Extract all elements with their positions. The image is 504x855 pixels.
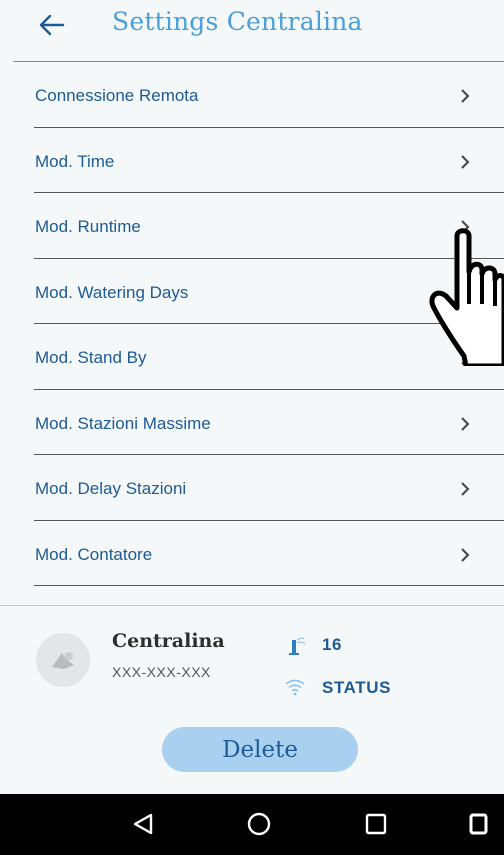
wifi-icon <box>285 679 305 696</box>
chevron-right-icon <box>461 547 470 562</box>
arrow-left-icon <box>39 14 65 36</box>
device-id: XXX-XXX-XXX <box>112 664 211 680</box>
sprinkler-icon <box>289 637 306 655</box>
device-panel: Centralina XXX-XXX-XXX 16 STATUS Delete <box>0 606 504 794</box>
chevron-right-icon <box>461 220 470 234</box>
device-name: Centralina <box>112 630 225 652</box>
menu-item-label: Mod. Delay Stazioni <box>35 479 187 498</box>
delete-button[interactable]: Delete <box>162 727 358 772</box>
menu-item-label: Mod. Contatore <box>35 544 153 564</box>
menu-item-label: Mod. Watering Days <box>35 282 189 302</box>
menu-item-label: Mod. Stand By <box>35 348 147 367</box>
menu-item-label: Connessione Remota <box>35 86 199 105</box>
divider <box>34 585 504 586</box>
menu-item-mod-time[interactable]: Mod. Time <box>0 128 504 193</box>
app-header: Settings Centralina <box>0 0 504 62</box>
menu-item-mod-stazioni-massime[interactable]: Mod. Stazioni Massime <box>0 390 504 455</box>
circle-home-icon[interactable] <box>246 812 272 836</box>
menu-item-label: Mod. Runtime <box>35 217 141 236</box>
menu-item-mod-delay-stazioni[interactable]: Mod. Delay Stazioni <box>0 455 504 521</box>
chevron-right-icon <box>461 285 470 300</box>
chevron-right-icon <box>461 416 470 431</box>
chevron-right-icon <box>461 482 470 496</box>
status-label: STATUS <box>322 678 392 697</box>
device-placeholder-icon <box>52 652 74 669</box>
chevron-right-icon <box>461 351 470 365</box>
page-title: Settings Centralina <box>112 7 363 36</box>
system-nav-bar <box>0 794 504 855</box>
menu-item-mod-contatore[interactable]: Mod. Contatore <box>0 521 504 586</box>
device-avatar <box>36 633 90 687</box>
chevron-right-icon <box>461 154 470 169</box>
menu-item-label: Mod. Stazioni Massime <box>35 413 211 433</box>
menu-item-connessione-remota[interactable]: Connessione Remota <box>0 62 504 128</box>
menu-item-label: Mod. Time <box>35 151 115 171</box>
triangle-back-icon[interactable] <box>132 812 154 836</box>
square-recents-icon[interactable] <box>364 812 388 836</box>
chevron-right-icon <box>461 89 470 103</box>
back-button[interactable] <box>34 10 70 40</box>
menu-item-mod-runtime[interactable]: Mod. Runtime <box>0 193 504 259</box>
menu-item-mod-watering-days[interactable]: Mod. Watering Days <box>0 259 504 324</box>
menu-item-mod-stand-by[interactable]: Mod. Stand By <box>0 324 504 390</box>
stations-count: 16 <box>322 635 343 654</box>
settings-menu: Connessione Remota Mod. Time Mod. Runtim… <box>0 62 504 586</box>
square-icon[interactable] <box>469 812 489 836</box>
